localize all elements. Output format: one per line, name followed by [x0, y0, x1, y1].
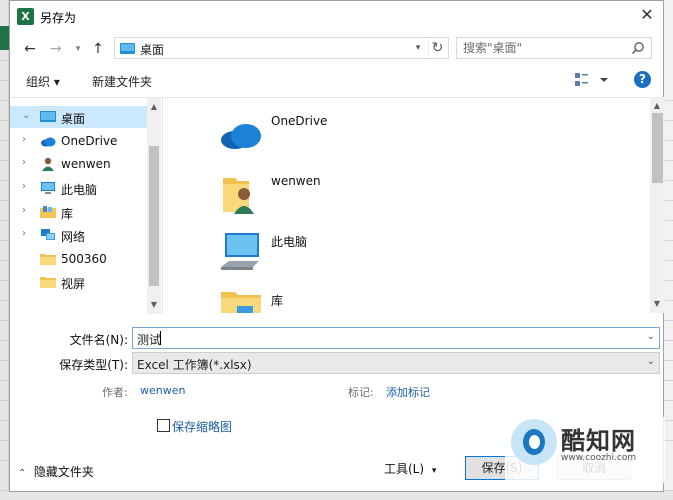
content-item-label: OneDrive	[271, 114, 328, 128]
nav-item-label: 桌面	[61, 112, 86, 126]
nav-item-label: 库	[61, 207, 74, 221]
filename-label: 文件名(N):	[69, 333, 128, 347]
folder-icon	[40, 254, 56, 265]
user-folder-icon	[223, 178, 254, 214]
close-button[interactable]: ✕	[631, 1, 663, 31]
expand-chevron-icon[interactable]: ›	[22, 134, 32, 145]
computer-icon	[41, 182, 55, 194]
onedrive-icon	[221, 124, 261, 149]
help-icon[interactable]: ?	[634, 71, 651, 88]
desktop-icon	[40, 111, 56, 122]
desktop-icon	[120, 43, 135, 54]
title-bar: X 另存为 ✕	[10, 1, 663, 32]
back-arrow-icon[interactable]: ←	[20, 39, 40, 59]
scroll-down-icon[interactable]: ▼	[147, 298, 161, 312]
content-item-label: 库	[271, 294, 284, 308]
watermark-title: 酷知网	[561, 427, 636, 455]
expand-chevron-icon[interactable]: ›	[22, 228, 32, 239]
folder-icon	[40, 277, 56, 288]
network-icon	[41, 229, 55, 240]
file-list-scrollbar[interactable]: ▲ ▼	[650, 97, 665, 313]
author-value[interactable]: wenwen	[140, 384, 185, 397]
nav-item-label: 网络	[61, 230, 86, 244]
filename-input[interactable]: 测试 ⌄	[132, 327, 660, 349]
nav-item-wenwen[interactable]: › wenwen	[10, 153, 147, 175]
scroll-up-icon[interactable]: ▲	[650, 99, 664, 113]
watermark-logo-icon	[511, 419, 557, 465]
collapse-chevron-icon: ⌃	[18, 468, 27, 479]
filetype-dropdown-chevron-icon[interactable]: ⌄	[647, 356, 655, 367]
content-item-libraries[interactable]: 库	[219, 290, 419, 313]
onedrive-icon	[41, 137, 56, 147]
file-list-pane: OneDrive wenwen 此电脑 库	[162, 97, 650, 313]
new-folder-button[interactable]: 新建文件夹	[92, 73, 152, 90]
tags-label: 标记:	[348, 386, 374, 399]
filetype-value: Excel 工作簿(*.xlsx)	[137, 358, 252, 372]
up-arrow-icon[interactable]: ↑	[88, 39, 108, 59]
nav-item-desktop[interactable]: ⌄ 桌面	[10, 106, 147, 128]
scrollbar-thumb[interactable]	[149, 146, 159, 286]
nav-item-network[interactable]: › 网络	[10, 224, 147, 246]
background-app-left	[0, 0, 9, 500]
content-item-label: wenwen	[271, 174, 321, 188]
collapse-chevron-icon[interactable]: ⌄	[22, 110, 32, 121]
nav-item-folder-500360[interactable]: 500360	[10, 248, 147, 270]
nav-item-label: 视屏	[61, 277, 86, 291]
address-bar[interactable]: 桌面 ▾ ↻	[114, 37, 449, 59]
hide-folders-toggle[interactable]: ⌃ 隐藏文件夹	[18, 463, 94, 480]
content-item-label: 此电脑	[271, 235, 308, 249]
tools-dropdown-chevron-icon: ▾	[431, 466, 437, 476]
expand-chevron-icon[interactable]: ›	[22, 205, 32, 216]
nav-pane-scrollbar[interactable]: ▲ ▼	[147, 98, 161, 314]
content-item-wenwen[interactable]: wenwen	[219, 172, 419, 224]
expand-chevron-icon[interactable]: ›	[22, 157, 32, 168]
nav-item-this-pc[interactable]: › 此电脑	[10, 177, 147, 199]
background-excel-ribbon	[0, 26, 9, 50]
computer-icon	[221, 233, 259, 270]
navigation-pane: ⌄ 桌面 › OneDrive › wenwen › 此电脑 › 库 › 网络	[10, 97, 161, 314]
search-icon[interactable]	[631, 41, 645, 55]
library-icon	[40, 206, 56, 218]
nav-item-label: OneDrive	[61, 134, 118, 148]
expand-chevron-icon[interactable]: ›	[22, 181, 32, 192]
user-icon	[42, 157, 54, 171]
organize-button[interactable]: 组织 ▾	[26, 73, 60, 90]
text-caret	[160, 331, 161, 345]
scrollbar-thumb[interactable]	[652, 113, 663, 183]
tags-value[interactable]: 添加标记	[386, 384, 430, 400]
filename-value: 测试	[137, 333, 162, 347]
address-path: 桌面	[140, 43, 165, 57]
nav-item-label: 500360	[61, 252, 107, 266]
scroll-down-icon[interactable]: ▼	[650, 297, 664, 311]
nav-item-onedrive[interactable]: › OneDrive	[10, 130, 147, 152]
excel-app-icon: X	[17, 8, 34, 25]
nav-item-folder-video[interactable]: 视屏	[10, 271, 147, 293]
refresh-icon[interactable]: ↻	[428, 39, 446, 57]
tools-label: 工具(L)	[384, 462, 425, 476]
nav-item-label: wenwen	[61, 157, 111, 171]
search-input[interactable]	[463, 40, 623, 56]
change-view-icon[interactable]	[573, 71, 613, 89]
author-label: 作者:	[102, 386, 128, 399]
content-item-this-pc[interactable]: 此电脑	[219, 231, 419, 283]
filetype-select[interactable]: Excel 工作簿(*.xlsx) ⌄	[132, 352, 660, 374]
tools-button[interactable]: 工具(L) ▾	[384, 460, 436, 477]
watermark-url: www.coozhi.com	[561, 453, 637, 463]
watermark: 酷知网 www.coozhi.com	[505, 415, 665, 485]
address-dropdown-chevron-icon[interactable]: ▾	[410, 40, 426, 56]
hide-folders-label: 隐藏文件夹	[33, 465, 94, 479]
save-thumbnail-checkbox[interactable]	[157, 419, 170, 432]
scroll-up-icon[interactable]: ▲	[147, 100, 161, 114]
content-item-onedrive[interactable]: OneDrive	[219, 112, 419, 164]
save-thumbnail-label[interactable]: 保存缩略图	[172, 418, 232, 435]
search-box[interactable]	[456, 37, 652, 59]
nav-item-libraries[interactable]: › 库	[10, 201, 147, 223]
filename-dropdown-chevron-icon[interactable]: ⌄	[647, 331, 655, 342]
library-icon	[221, 292, 261, 313]
dialog-title: 另存为	[40, 11, 77, 25]
recent-locations-chevron-icon[interactable]: ▾	[68, 39, 88, 59]
filetype-label: 保存类型(T):	[59, 358, 128, 372]
nav-item-label: 此电脑	[61, 183, 98, 197]
forward-arrow-icon[interactable]: →	[46, 39, 66, 59]
